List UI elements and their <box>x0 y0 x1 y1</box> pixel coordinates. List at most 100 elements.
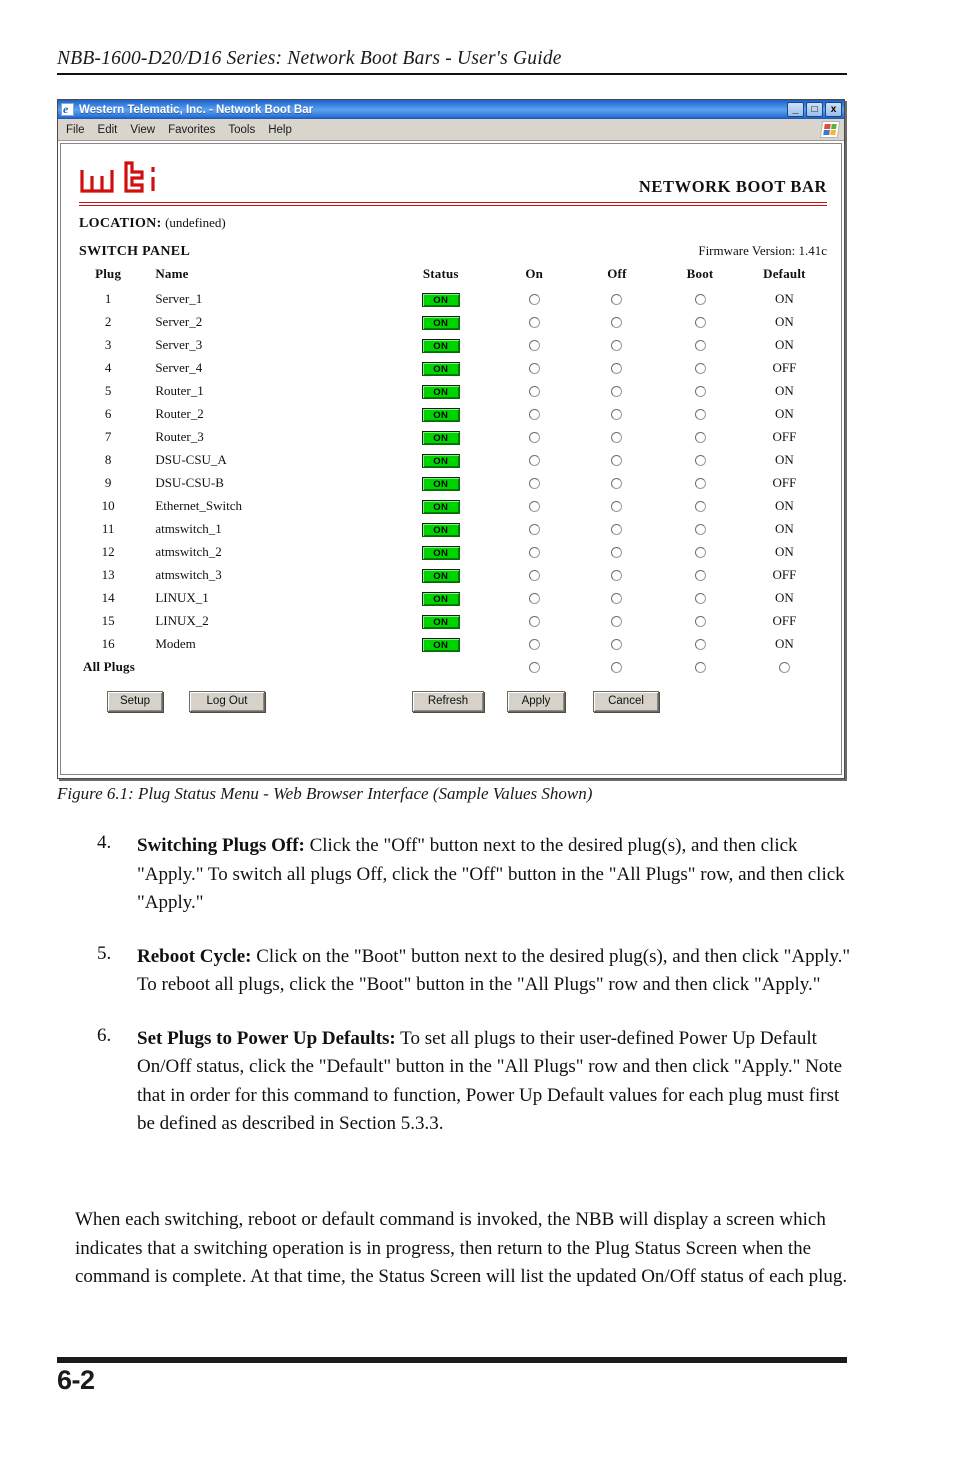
radio-all-default[interactable] <box>778 662 790 674</box>
all-plugs-default-cell[interactable] <box>742 655 827 678</box>
radio-on-plug-2[interactable] <box>528 317 540 329</box>
plug-on-cell[interactable] <box>493 310 576 333</box>
menu-item-file[interactable]: File <box>66 124 85 136</box>
plug-boot-cell[interactable] <box>658 333 742 356</box>
apply-button[interactable]: Apply <box>507 691 565 712</box>
radio-boot-plug-7[interactable] <box>694 432 706 444</box>
plug-off-cell[interactable] <box>576 494 659 517</box>
all-plugs-off-cell[interactable] <box>576 655 659 678</box>
radio-on-plug-5[interactable] <box>528 386 540 398</box>
plug-on-cell[interactable] <box>493 632 576 655</box>
plug-boot-cell[interactable] <box>658 356 742 379</box>
radio-off-plug-3[interactable] <box>611 340 623 352</box>
close-button[interactable]: x <box>825 102 842 117</box>
plug-off-cell[interactable] <box>576 333 659 356</box>
radio-boot-plug-9[interactable] <box>694 478 706 490</box>
radio-on-plug-1[interactable] <box>528 294 540 306</box>
plug-off-cell[interactable] <box>576 310 659 333</box>
plug-off-cell[interactable] <box>576 586 659 609</box>
radio-off-plug-13[interactable] <box>611 570 623 582</box>
all-plugs-on-cell[interactable] <box>493 655 576 678</box>
plug-boot-cell[interactable] <box>658 540 742 563</box>
radio-on-plug-3[interactable] <box>528 340 540 352</box>
radio-boot-plug-5[interactable] <box>694 386 706 398</box>
minimize-button[interactable]: _ <box>787 102 804 117</box>
plug-off-cell[interactable] <box>576 471 659 494</box>
plug-off-cell[interactable] <box>576 448 659 471</box>
plug-off-cell[interactable] <box>576 402 659 425</box>
radio-off-plug-9[interactable] <box>611 478 623 490</box>
plug-boot-cell[interactable] <box>658 310 742 333</box>
plug-on-cell[interactable] <box>493 448 576 471</box>
plug-off-cell[interactable] <box>576 609 659 632</box>
radio-boot-plug-6[interactable] <box>694 409 706 421</box>
plug-boot-cell[interactable] <box>658 448 742 471</box>
radio-off-plug-4[interactable] <box>611 363 623 375</box>
radio-off-plug-10[interactable] <box>611 501 623 513</box>
plug-on-cell[interactable] <box>493 379 576 402</box>
radio-boot-plug-13[interactable] <box>694 570 706 582</box>
plug-off-cell[interactable] <box>576 356 659 379</box>
radio-boot-plug-12[interactable] <box>694 547 706 559</box>
plug-boot-cell[interactable] <box>658 586 742 609</box>
refresh-button[interactable]: Refresh <box>412 691 484 712</box>
plug-on-cell[interactable] <box>493 425 576 448</box>
plug-on-cell[interactable] <box>493 517 576 540</box>
plug-off-cell[interactable] <box>576 517 659 540</box>
plug-on-cell[interactable] <box>493 609 576 632</box>
radio-boot-plug-16[interactable] <box>694 639 706 651</box>
radio-boot-plug-3[interactable] <box>694 340 706 352</box>
menu-item-view[interactable]: View <box>130 124 155 136</box>
menu-item-favorites[interactable]: Favorites <box>168 124 215 136</box>
radio-all-on[interactable] <box>528 662 540 674</box>
plug-off-cell[interactable] <box>576 379 659 402</box>
radio-on-plug-9[interactable] <box>528 478 540 490</box>
plug-boot-cell[interactable] <box>658 609 742 632</box>
radio-on-plug-13[interactable] <box>528 570 540 582</box>
plug-on-cell[interactable] <box>493 563 576 586</box>
plug-on-cell[interactable] <box>493 540 576 563</box>
radio-off-plug-6[interactable] <box>611 409 623 421</box>
radio-boot-plug-11[interactable] <box>694 524 706 536</box>
radio-off-plug-15[interactable] <box>611 616 623 628</box>
plug-boot-cell[interactable] <box>658 494 742 517</box>
plug-boot-cell[interactable] <box>658 632 742 655</box>
radio-boot-plug-8[interactable] <box>694 455 706 467</box>
radio-on-plug-6[interactable] <box>528 409 540 421</box>
radio-off-plug-2[interactable] <box>611 317 623 329</box>
radio-boot-plug-1[interactable] <box>694 294 706 306</box>
radio-boot-plug-14[interactable] <box>694 593 706 605</box>
radio-on-plug-14[interactable] <box>528 593 540 605</box>
plug-boot-cell[interactable] <box>658 471 742 494</box>
plug-off-cell[interactable] <box>576 425 659 448</box>
radio-on-plug-7[interactable] <box>528 432 540 444</box>
logout-button[interactable]: Log Out <box>189 691 265 712</box>
all-plugs-boot-cell[interactable] <box>658 655 742 678</box>
plug-on-cell[interactable] <box>493 586 576 609</box>
radio-on-plug-8[interactable] <box>528 455 540 467</box>
menu-item-help[interactable]: Help <box>268 124 292 136</box>
plug-on-cell[interactable] <box>493 287 576 310</box>
radio-boot-plug-2[interactable] <box>694 317 706 329</box>
plug-boot-cell[interactable] <box>658 402 742 425</box>
plug-on-cell[interactable] <box>493 333 576 356</box>
menu-item-edit[interactable]: Edit <box>98 124 118 136</box>
radio-off-plug-5[interactable] <box>611 386 623 398</box>
radio-all-boot[interactable] <box>694 662 706 674</box>
plug-on-cell[interactable] <box>493 356 576 379</box>
radio-on-plug-16[interactable] <box>528 639 540 651</box>
radio-on-plug-4[interactable] <box>528 363 540 375</box>
plug-off-cell[interactable] <box>576 563 659 586</box>
plug-boot-cell[interactable] <box>658 379 742 402</box>
plug-off-cell[interactable] <box>576 632 659 655</box>
menu-item-tools[interactable]: Tools <box>228 124 255 136</box>
radio-on-plug-11[interactable] <box>528 524 540 536</box>
plug-on-cell[interactable] <box>493 494 576 517</box>
radio-off-plug-1[interactable] <box>611 294 623 306</box>
radio-boot-plug-15[interactable] <box>694 616 706 628</box>
radio-on-plug-15[interactable] <box>528 616 540 628</box>
plug-on-cell[interactable] <box>493 402 576 425</box>
plug-boot-cell[interactable] <box>658 517 742 540</box>
maximize-button[interactable]: □ <box>806 102 823 117</box>
radio-off-plug-11[interactable] <box>611 524 623 536</box>
